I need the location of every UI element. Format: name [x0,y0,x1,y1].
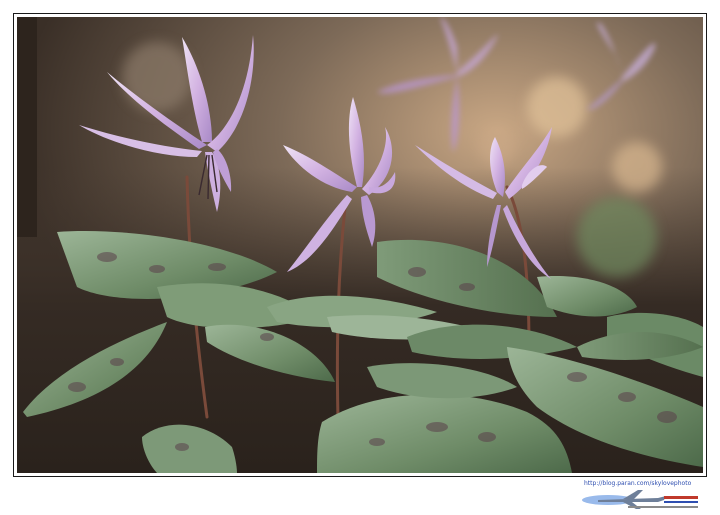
flower-photo-illustration [17,17,703,473]
photo-frame [13,13,707,477]
photo-watermark: http://blog.paran.com/skylovephoto [568,478,706,512]
photo [17,17,703,473]
airplane-logo-icon [582,490,698,509]
